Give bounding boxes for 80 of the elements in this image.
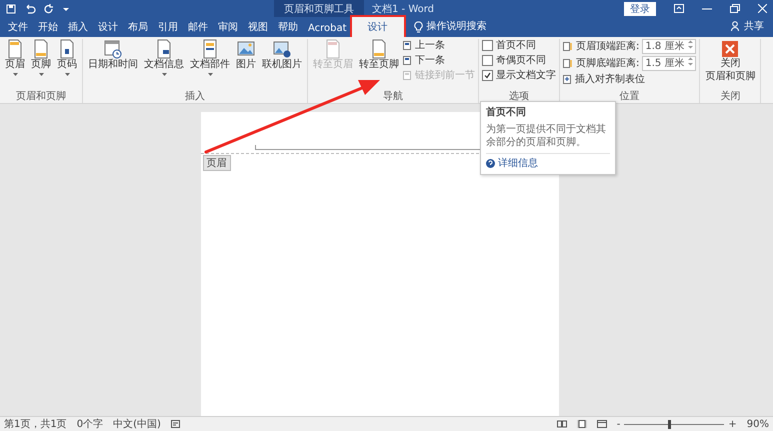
ribbon-button[interactable]: 页眉 <box>3 39 27 76</box>
tell-me-search[interactable]: 操作说明搜索 <box>426 19 487 37</box>
group-label: 位置 <box>618 91 641 103</box>
share-button[interactable]: 共享 <box>725 19 770 37</box>
group-label: 选项 <box>508 91 530 103</box>
online-picture-icon <box>273 39 291 59</box>
print-layout-icon[interactable] <box>576 420 587 428</box>
ribbon-button[interactable]: 图片 <box>234 39 258 71</box>
tooltip-text: 为第一页提供不同于文档其余部分的页眉和页脚。 <box>486 123 610 154</box>
spacing-icon <box>563 42 573 51</box>
redo-icon[interactable] <box>44 4 54 14</box>
ribbon-tab[interactable]: 文件 <box>3 17 33 37</box>
checkbox[interactable] <box>482 55 493 66</box>
ribbon-tab[interactable]: 审阅 <box>213 17 243 37</box>
restore-icon[interactable] <box>730 4 740 13</box>
person-icon <box>731 21 741 31</box>
checkbox-label: 奇偶页不同 <box>496 54 546 67</box>
zoom-in-button[interactable]: + <box>728 418 737 430</box>
ribbon-button[interactable]: 联机图片 <box>260 39 304 71</box>
ribbon-button[interactable]: 下一条 <box>403 54 475 67</box>
spin-field[interactable]: 1.8 厘米 <box>642 39 696 54</box>
checkbox-label: 显示文档文字 <box>496 69 556 82</box>
ribbon-tab[interactable]: 插入 <box>63 17 93 37</box>
tab-stop-icon <box>563 75 572 84</box>
ribbon-button[interactable]: 上一条 <box>403 39 475 52</box>
field-label: 页眉顶端距离: <box>576 40 640 53</box>
status-text: 第1页，共1页 <box>4 418 67 431</box>
read-mode-icon[interactable] <box>556 420 567 428</box>
ribbon-tab[interactable]: 视图 <box>243 17 273 37</box>
zoom-out-button[interactable]: - <box>616 418 620 430</box>
ribbon-tab[interactable]: 设计 <box>93 17 123 37</box>
group-label: 关闭 <box>719 91 742 103</box>
status-text: 中文(中国) <box>113 418 161 431</box>
header-tag: 页眉 <box>202 155 230 171</box>
group-label: 页眉和页脚 <box>15 91 67 103</box>
contextual-tab-title: 页眉和页脚工具 <box>274 0 364 18</box>
ribbon-tab[interactable]: 引用 <box>153 17 183 37</box>
page-icon <box>403 41 412 50</box>
undo-icon[interactable] <box>24 4 36 14</box>
ribbon-button[interactable]: 转至页脚 <box>357 39 401 71</box>
lightbulb-icon <box>414 21 423 33</box>
close-header-footer-button[interactable]: 关闭 页眉和页脚 <box>703 39 758 83</box>
ribbon-button[interactable]: 页码 <box>55 39 79 76</box>
spin-arrows-icon[interactable] <box>688 40 694 49</box>
ribbon-tab[interactable]: 设计 <box>352 17 404 37</box>
checkbox[interactable] <box>482 40 493 51</box>
ribbon-tab[interactable]: 邮件 <box>183 17 213 37</box>
save-icon[interactable] <box>6 4 16 14</box>
group-label: 导航 <box>382 91 404 103</box>
page-icon <box>403 56 412 65</box>
help-icon <box>486 159 495 168</box>
ribbon-tab[interactable]: Acrobat <box>303 20 352 37</box>
field-label: 页脚底端距离: <box>576 57 640 70</box>
spin-arrows-icon[interactable] <box>688 57 694 66</box>
close-icon[interactable] <box>758 4 767 13</box>
ribbon-display-icon[interactable] <box>674 4 684 13</box>
ribbon-button[interactable]: 文档部件 <box>188 39 232 76</box>
sign-in-button[interactable]: 登录 <box>624 2 656 16</box>
group-label: 插入 <box>184 91 206 103</box>
checkbox-label: 首页不同 <box>496 39 536 52</box>
zoom-thumb[interactable] <box>668 420 672 428</box>
ribbon-button[interactable]: 文档信息 <box>142 39 186 76</box>
spacing-icon <box>563 59 573 68</box>
close-icon <box>722 41 738 57</box>
zoom-level[interactable]: 90% <box>746 418 769 430</box>
tooltip-title: 首页不同 <box>486 106 527 119</box>
ribbon-button[interactable]: 页脚 <box>29 39 53 76</box>
checkbox[interactable] <box>482 70 493 81</box>
ribbon-button[interactable]: 日期和时间 <box>86 39 140 71</box>
spin-field[interactable]: 1.5 厘米 <box>642 56 696 71</box>
ribbon-tab[interactable]: 帮助 <box>273 17 303 37</box>
ribbon-tab[interactable]: 开始 <box>33 17 63 37</box>
ribbon-tab[interactable]: 布局 <box>123 17 153 37</box>
status-text: 0个字 <box>76 418 104 431</box>
macro-icon <box>170 420 180 428</box>
ribbon-button[interactable]: 插入对齐制表位 <box>563 73 696 86</box>
web-layout-icon[interactable] <box>596 420 607 428</box>
more-info-link[interactable]: 详细信息 <box>498 157 538 170</box>
page-icon <box>403 71 412 80</box>
window-title: 文档1 - Word <box>372 2 434 16</box>
